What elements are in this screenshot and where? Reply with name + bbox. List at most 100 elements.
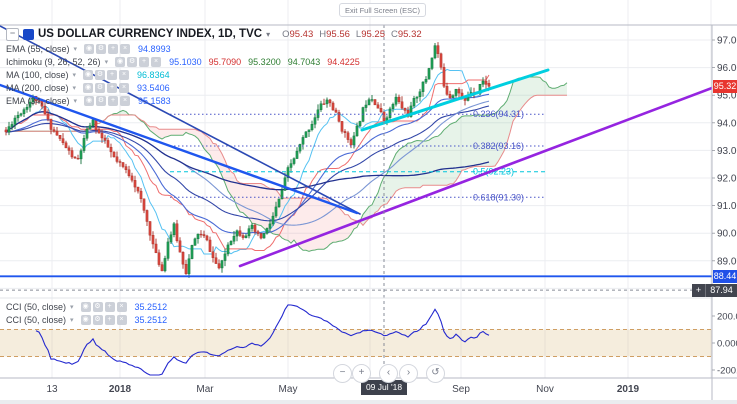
add-icon[interactable]: +: [104, 301, 115, 312]
visibility-toggle-icon[interactable]: ◉: [84, 43, 95, 54]
chevron-down-icon[interactable]: ▾: [74, 97, 78, 105]
indicator-value: 35.2512: [134, 301, 168, 312]
visibility-toggle-icon[interactable]: ◉: [80, 314, 91, 325]
reset-chart-button[interactable]: ↺: [426, 364, 445, 383]
indicator-values: 95.1030 95.7090 95.3200 94.7043 94.4225: [169, 57, 360, 67]
indicator-values: 96.8364: [137, 70, 170, 80]
add-icon[interactable]: +: [108, 95, 119, 106]
crosshair-price-label: + 87.94: [692, 284, 737, 297]
indicator-value: 94.4225: [327, 56, 360, 67]
scroll-right-button[interactable]: ›: [399, 364, 418, 383]
remove-icon[interactable]: ×: [116, 314, 127, 325]
indicator-buttons: ◉ ⚙ + ×: [83, 69, 130, 80]
exit-fullscreen-button[interactable]: Exit Full Screen (ESC): [339, 3, 427, 17]
visibility-toggle-icon[interactable]: ◉: [83, 69, 94, 80]
cci-row-1: CCI (50, close) ▾ ◉ ⚙ + × 35.2512: [6, 313, 167, 326]
indicator-values: 35.2512: [135, 302, 168, 312]
indicator-value: 95.1030: [169, 56, 202, 67]
add-icon[interactable]: +: [107, 82, 118, 93]
chevron-down-icon[interactable]: ▾: [70, 316, 74, 324]
indicator-name[interactable]: Ichimoku (9, 26, 52, 26): [6, 57, 101, 67]
ohlc-pair: O 95.43: [282, 28, 314, 40]
ohlc-values: O 95.43 H 95.56 L 95.25 C 95.32: [282, 29, 422, 40]
indicator-values: 95.1583: [138, 96, 171, 106]
indicator-value: 93.5406: [137, 82, 170, 93]
remove-icon[interactable]: ×: [116, 301, 127, 312]
chevron-down-icon[interactable]: ▾: [74, 45, 78, 53]
chevron-down-icon[interactable]: ▾: [266, 30, 270, 39]
crosshair-plus-icon: +: [692, 284, 706, 297]
scroll-left-button[interactable]: ‹: [379, 364, 398, 383]
tradingview-chart-window: 0.236(94.31)0.382(93.16)0.5(92.23)0.618(…: [0, 0, 737, 404]
indicator-name[interactable]: MA (100, close): [6, 70, 69, 80]
chevron-down-icon[interactable]: ▾: [70, 303, 74, 311]
indicator-value: 95.3200: [248, 56, 281, 67]
indicator-row-4: EMA (34, close) ▾ ◉ ⚙ + × 95.1583: [6, 94, 422, 107]
chevron-down-icon[interactable]: ▾: [73, 84, 77, 92]
indicator-legend-rows: EMA (55, close) ▾ ◉ ⚙ + × 94.8993 Ichimoku (9, …: [6, 42, 422, 107]
ohlc-pair: C 95.32: [390, 28, 422, 40]
indicator-value: 95.7090: [208, 56, 242, 67]
indicator-buttons: ◉ ⚙ + ×: [84, 95, 131, 106]
indicator-name[interactable]: EMA (34, close): [6, 96, 70, 106]
chevron-down-icon[interactable]: ▾: [73, 71, 77, 79]
fib-level-label: 0.618(91.30): [473, 192, 524, 202]
chevron-down-icon[interactable]: ▾: [105, 58, 109, 66]
collapse-legend-icon[interactable]: −: [6, 27, 19, 41]
remove-icon[interactable]: ×: [151, 56, 162, 67]
indicator-row-0: EMA (55, close) ▾ ◉ ⚙ + × 94.8993: [6, 42, 422, 55]
indicator-values: 94.8993: [138, 44, 171, 54]
support-line-price-label: 88.44: [713, 270, 737, 283]
ohlc-pair: L 95.25: [355, 28, 385, 40]
settings-icon[interactable]: ⚙: [127, 56, 138, 67]
indicator-buttons: ◉ ⚙ + ×: [80, 314, 127, 325]
indicator-row-3: MA (200, close) ▾ ◉ ⚙ + × 93.5406: [6, 81, 422, 94]
fib-level-label: 0.382(93.16): [473, 141, 524, 151]
settings-icon[interactable]: ⚙: [95, 82, 106, 93]
indicator-row-1: Ichimoku (9, 26, 52, 26) ▾ ◉ ⚙ + × 95.1030 95.7…: [6, 55, 422, 68]
add-icon[interactable]: +: [104, 314, 115, 325]
visibility-toggle-icon[interactable]: ◉: [80, 301, 91, 312]
ohlc-pair: H 95.56: [319, 28, 350, 40]
footer-strip: [0, 400, 737, 404]
zoom-in-button[interactable]: +: [352, 364, 371, 383]
symbol-title[interactable]: US DOLLAR CURRENCY INDEX, 1D, TVC: [38, 28, 262, 40]
main-legend: − US DOLLAR CURRENCY INDEX, 1D, TVC ▾ O9…: [6, 26, 422, 107]
settings-icon[interactable]: ⚙: [92, 301, 103, 312]
settings-icon[interactable]: ⚙: [95, 69, 106, 80]
settings-icon[interactable]: ⚙: [96, 43, 107, 54]
indicator-value: 96.8364: [137, 69, 170, 80]
indicator-row-2: MA (100, close) ▾ ◉ ⚙ + × 96.8364: [6, 68, 422, 81]
fib-level-label: 0.236(94.31): [473, 109, 524, 119]
remove-icon[interactable]: ×: [120, 95, 131, 106]
indicator-values: 35.2512: [135, 315, 168, 325]
cci-row-0: CCI (50, close) ▾ ◉ ⚙ + × 35.2512: [6, 300, 167, 313]
visibility-toggle-icon[interactable]: ◉: [83, 82, 94, 93]
settings-icon[interactable]: ⚙: [92, 314, 103, 325]
cci-legend: CCI (50, close) ▾ ◉ ⚙ + × 35.2512 CCI (50, clos…: [6, 300, 167, 326]
remove-icon[interactable]: ×: [120, 43, 131, 54]
add-icon[interactable]: +: [139, 56, 150, 67]
price-scale[interactable]: [712, 25, 737, 378]
indicator-value: 35.2512: [134, 314, 168, 325]
remove-icon[interactable]: ×: [119, 69, 130, 80]
add-icon[interactable]: +: [107, 69, 118, 80]
visibility-toggle-icon[interactable]: ◉: [115, 56, 126, 67]
zoom-out-button[interactable]: −: [333, 364, 352, 383]
symbol-title-row: − US DOLLAR CURRENCY INDEX, 1D, TVC ▾ O9…: [6, 26, 422, 42]
indicator-name[interactable]: EMA (55, close): [6, 44, 70, 54]
remove-icon[interactable]: ×: [119, 82, 130, 93]
add-icon[interactable]: +: [108, 43, 119, 54]
indicator-name[interactable]: CCI (50, close): [6, 302, 66, 312]
visibility-toggle-icon[interactable]: ◉: [84, 95, 95, 106]
indicator-buttons: ◉ ⚙ + ×: [83, 82, 130, 93]
indicator-value: 95.1583: [138, 95, 171, 106]
settings-icon[interactable]: ⚙: [96, 95, 107, 106]
indicator-values: 93.5406: [137, 83, 170, 93]
indicator-buttons: ◉ ⚙ + ×: [80, 301, 127, 312]
indicator-value: 94.8993: [138, 43, 171, 54]
indicator-name[interactable]: CCI (50, close): [6, 315, 66, 325]
symbol-logo-icon: [23, 28, 34, 40]
indicator-name[interactable]: MA (200, close): [6, 83, 69, 93]
indicator-buttons: ◉ ⚙ + ×: [115, 56, 162, 67]
